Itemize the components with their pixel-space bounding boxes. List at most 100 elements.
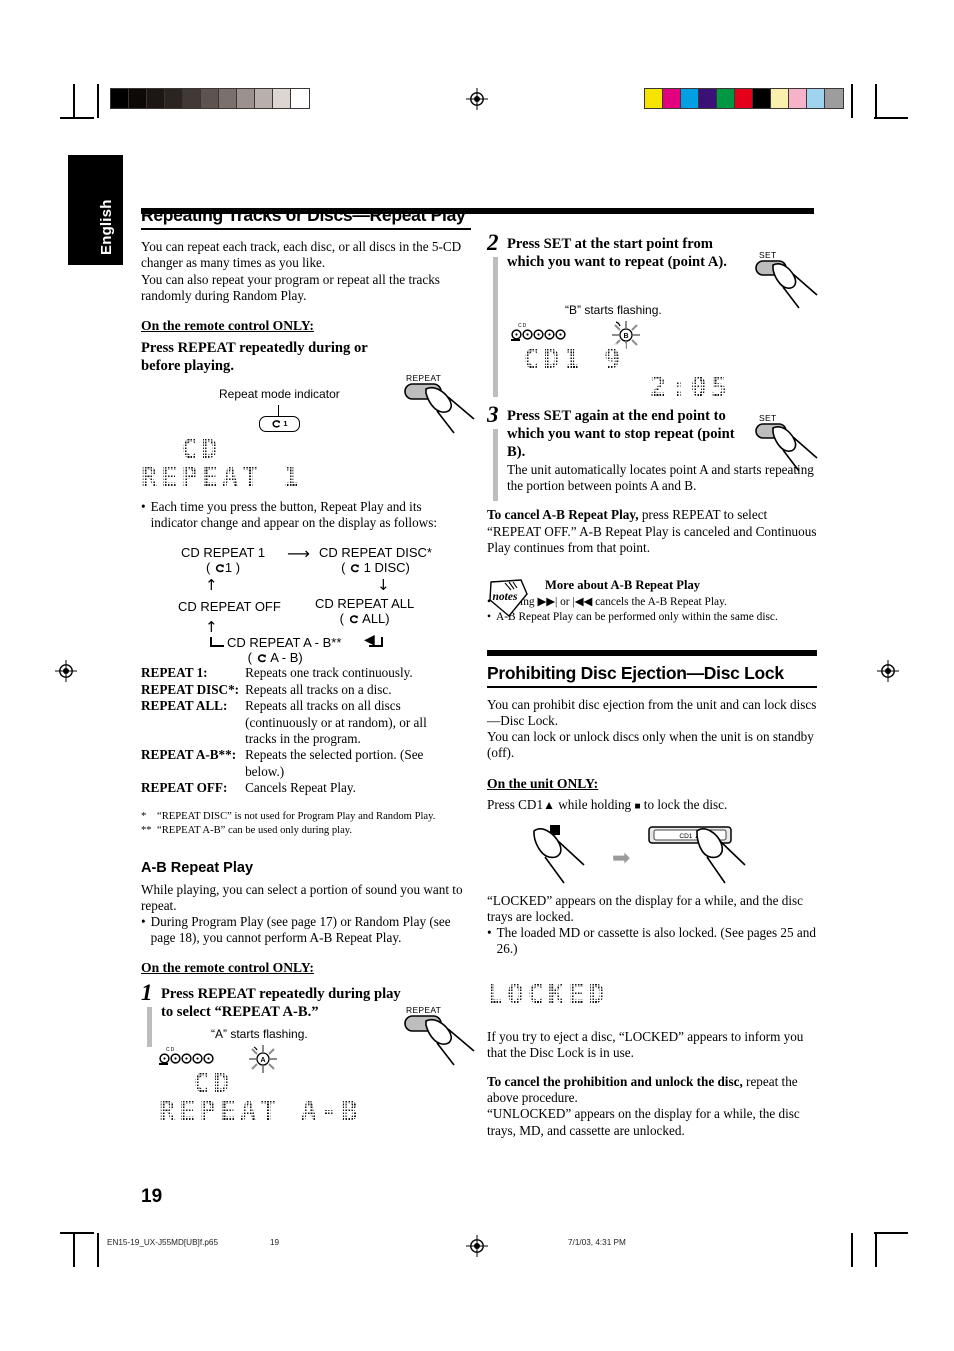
cycle-node-repeatoff-label: CD REPEAT OFF: [178, 599, 281, 615]
cycle-bullet: • Each time you press the button, Repeat…: [141, 499, 471, 531]
step-1-number: 1: [141, 980, 153, 1006]
left-column: Repeating Tracks or Discs—Repeat Play Yo…: [138, 205, 471, 1129]
footnote-text-0: “REPEAT DISC” is not used for Program Pl…: [157, 810, 436, 822]
step-3-number: 3: [487, 402, 499, 427]
repeat-cycle-diagram: CD REPEAT 1 ( 1 ) ⟶ CD REPEAT DISC* ( 1 …: [141, 545, 471, 665]
step-2-caption: “B” starts flashing.: [565, 303, 662, 317]
notes-title: More about A-B Repeat Play: [545, 578, 701, 593]
color-swatch-9: [807, 89, 825, 108]
cycle-node-repeatall: CD REPEAT ALL ( ALL): [315, 596, 414, 626]
gray-swatch-8: [255, 89, 273, 108]
crop-mark-bl-h: [60, 1232, 94, 1234]
step-1-text: Press REPEAT repeatedly during play to s…: [161, 986, 401, 1021]
set-button-illustration-2[interactable]: SET: [755, 413, 821, 486]
repeat-mode-indicator-caption: Repeat mode indicator: [219, 386, 340, 401]
table-row: REPEAT A-B**: Repeats the selected porti…: [141, 747, 450, 780]
crop-mark-tr-v: [875, 84, 877, 118]
table-row: REPEAT DISC*: Repeats all tracks on a di…: [141, 682, 450, 698]
repeat-mode-indicator-value: 1: [283, 419, 288, 429]
cycle-arrow-up-left: ↑: [205, 576, 218, 595]
footnote-text-1: “REPEAT A-B” can be used only during pla…: [157, 824, 353, 836]
intro-paragraph-2: You can also repeat your program or repe…: [141, 271, 440, 303]
disc-lock-top-rule: [487, 650, 817, 656]
cycle-bullet-text: Each time you press the button, Repeat P…: [150, 498, 437, 531]
repeat-button-illustration-1[interactable]: REPEAT: [404, 373, 478, 450]
notes-list: • Pressing ▶▶| or |◀◀ cancels the A-B Re…: [487, 595, 817, 624]
crop-mark-br-v: [875, 1233, 877, 1267]
crop-mark-tr-v2: [851, 84, 853, 118]
cancel-ab-paragraph: To cancel A-B Repeat Play, press REPEAT …: [487, 507, 817, 556]
def-key-1: REPEAT DISC*:: [141, 681, 240, 697]
repeat-button-illustration-2[interactable]: REPEAT: [404, 1005, 478, 1082]
lcd-line-2: REPEAT 1: [138, 460, 306, 494]
lcd-disc-indicator-row: CD: [159, 1047, 214, 1065]
disc-icon-3: [181, 1053, 192, 1065]
disc-icon-1: [511, 329, 522, 340]
lcd-disc-icons: [159, 1053, 214, 1065]
section-title-block: Repeating Tracks or Discs—Repeat Play: [141, 205, 471, 231]
intro-paragraph-1: You can repeat each track, each disc, or…: [141, 239, 462, 271]
disc-lock-title-block: Prohibiting Disc Ejection—Disc Lock: [487, 663, 817, 688]
def-val-4: Cancels Repeat Play.: [245, 780, 356, 796]
cd1-eject-button-illustration[interactable]: CD1 ▲: [647, 821, 755, 887]
cycle-node-repeat1-mode: ( 1 ): [205, 560, 241, 576]
step-2-lcd-line-1: CD1 9: [520, 343, 627, 376]
locked-bullet-text: The loaded MD or cassette is also locked…: [496, 925, 816, 957]
svg-text:notes: notes: [493, 591, 518, 603]
table-row: REPEAT 1: Repeats one track continuously…: [141, 665, 450, 681]
registration-mark-top: [466, 88, 488, 110]
cycle-node-repeatdisc-mode: ( 1 DISC): [341, 560, 410, 576]
svg-text:A: A: [260, 1057, 265, 1064]
cycle-node-repeatall-mode: ( ALL): [339, 611, 390, 627]
disc-icon-5: [555, 329, 566, 340]
disc-icon-4: [192, 1053, 203, 1065]
step-1-caption: “A” starts flashing.: [211, 1027, 308, 1042]
step-2-lcd-disc-indicator-row: CD: [511, 323, 566, 341]
page-canvas: English Repeating Tracks or Discs—Repeat…: [0, 0, 954, 1351]
cycle-node-repeatoff: CD REPEAT OFF: [178, 599, 281, 614]
crop-mark-bl-v: [73, 1233, 75, 1267]
cycle-elbow-right: [381, 637, 383, 648]
def-val-0: Repeats one track continuously.: [245, 665, 413, 681]
gray-swatch-1: [129, 89, 147, 108]
ab-intro: While playing, you can select a portion …: [141, 881, 463, 913]
finger-press-icon: [404, 1015, 475, 1066]
color-swatch-8: [789, 89, 807, 108]
bullet-dot: •: [141, 914, 146, 929]
notes-box: notes More about A-B Repeat Play • Press…: [487, 578, 817, 624]
gray-swatch-9: [273, 89, 291, 108]
crop-mark-tr-h: [874, 117, 908, 119]
unlocked-note-text: “UNLOCKED” appears on the display for a …: [487, 1106, 800, 1138]
cycle-arrow-up-bottomleft: ↑: [205, 618, 218, 637]
disc-lock-intro-2: You can lock or unlock discs only when t…: [487, 729, 814, 761]
step-1-sidebar: [147, 1007, 152, 1048]
def-key-4: REPEAT OFF:: [141, 780, 228, 796]
step-1-lcd-line-2: REPEAT A-B: [157, 1095, 364, 1129]
notes-icon: notes: [487, 578, 533, 618]
disc-lock-intro-1: You can prohibit disc ejection from the …: [487, 696, 817, 729]
list-item: • A-B Repeat Play can be performed only …: [487, 610, 817, 625]
repeat-mode-indicator-icon: 1: [259, 415, 300, 432]
bullet-dot: •: [487, 925, 492, 941]
gray-swatch-5: [201, 89, 219, 108]
disc-icon-2: [522, 329, 533, 340]
cycle-node-repeat1: CD REPEAT 1 ( 1 ): [181, 545, 265, 575]
repeat-button-label-2: REPEAT: [406, 1005, 442, 1015]
cancel-ab-bold: To cancel A-B Repeat Play,: [487, 507, 639, 523]
gray-swatch-4: [183, 89, 201, 108]
set-button-illustration-1[interactable]: SET: [755, 250, 821, 323]
eject-icon: ▲: [543, 797, 555, 812]
lock-instruction-mid: while holding: [554, 796, 635, 812]
table-row: REPEAT ALL: Repeats all tracks on all di…: [141, 698, 450, 747]
def-val-3: Repeats the selected portion. (See below…: [245, 747, 424, 779]
cancel-lock-paragraph: To cancel the prohibition and unlock the…: [487, 1074, 817, 1106]
locked-bullet: • The loaded MD or cassette is also lock…: [487, 925, 817, 957]
page-title: Repeating Tracks or Discs—Repeat Play: [141, 205, 466, 225]
cycle-node-repeatdisc-label: CD REPEAT DISC*: [319, 545, 432, 561]
gray-swatch-6: [219, 89, 237, 108]
locked-lcd-display: LOCKED: [485, 977, 611, 1011]
def-key-2: REPEAT ALL:: [141, 698, 228, 714]
footer-page: 19: [270, 1238, 280, 1247]
finger-press-icon: [404, 383, 475, 434]
repeat-definitions-table: REPEAT 1: Repeats one track continuously…: [141, 665, 450, 796]
